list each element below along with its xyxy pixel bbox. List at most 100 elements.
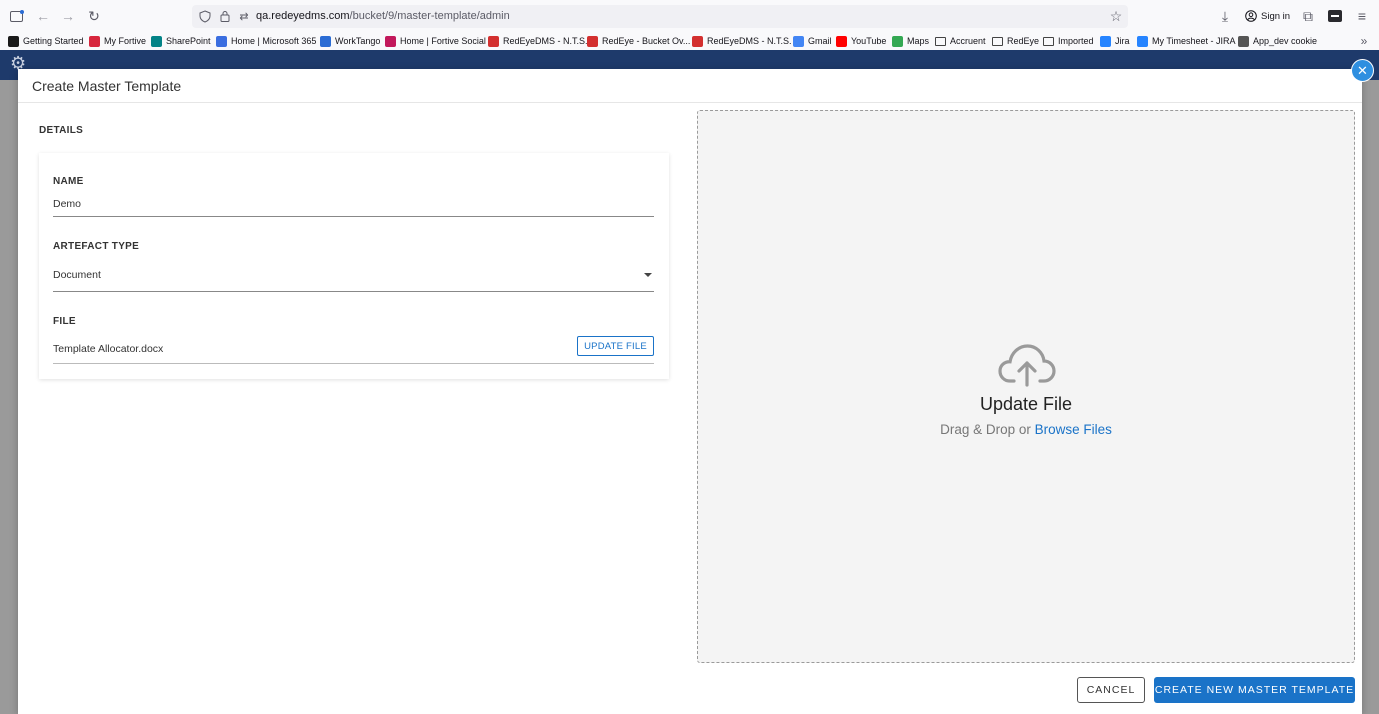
youtube-icon xyxy=(836,35,847,47)
menu-icon[interactable]: ≡ xyxy=(1353,7,1371,25)
redeye-icon xyxy=(587,35,598,47)
bookmark-item[interactable]: App_dev cookie xyxy=(1238,34,1317,48)
artefact-type-label: ARTEFACT TYPE xyxy=(53,241,140,252)
bookmark-label: Getting Started xyxy=(23,36,84,46)
bookmark-item[interactable]: Imported xyxy=(1043,34,1094,48)
maps-icon xyxy=(892,35,903,47)
sign-in-button[interactable]: Sign in xyxy=(1241,5,1291,27)
dropzone-text: Drag & Drop or xyxy=(940,422,1031,437)
google-icon xyxy=(793,35,804,47)
bookmark-label: My Fortive xyxy=(104,36,147,46)
dialog-title: Create Master Template xyxy=(32,78,182,94)
bookmark-label: RedEyeDMS - N.T.S. xyxy=(503,36,588,46)
create-master-template-dialog: Create Master Template ✕ DETAILS NAME De… xyxy=(18,59,1374,714)
sign-in-label: Sign in xyxy=(1261,10,1291,22)
artefact-type-select[interactable]: Document xyxy=(53,269,101,281)
browse-files-link[interactable]: Browse Files xyxy=(1035,422,1112,437)
bookmark-label: Home | Microsoft 365 xyxy=(231,36,317,46)
file-dropzone[interactable]: Update File Drag & Drop or Browse Files xyxy=(697,110,1355,663)
dropzone-instructions: Drag & Drop or Browse Files xyxy=(698,422,1354,437)
bookmark-item[interactable]: Getting Started xyxy=(8,34,84,48)
name-underline xyxy=(53,216,654,217)
downloads-icon[interactable]: ⤓ xyxy=(1216,7,1234,25)
jira-icon xyxy=(1137,35,1148,47)
bookmark-label: Jira xyxy=(1115,36,1130,46)
bookmarks-bar: Getting Started My Fortive SharePoint Home … xyxy=(0,32,1379,50)
more-bookmarks-icon[interactable]: » xyxy=(1355,32,1373,50)
sharepoint-icon xyxy=(151,35,162,47)
back-icon[interactable]: ← xyxy=(34,7,52,25)
close-icon: ✕ xyxy=(1357,62,1368,78)
browser-toolbar: ← → ↻ ⇄ qa.redeyedms.com/bucket/9/master… xyxy=(0,0,1379,32)
bookmark-item[interactable]: RedEye - Bucket Ov... xyxy=(587,34,690,48)
bookmark-label: Imported xyxy=(1058,36,1094,46)
globe-icon xyxy=(1238,35,1249,47)
extension-app-icon[interactable] xyxy=(1326,7,1344,25)
bookmark-item[interactable]: RedEye xyxy=(992,34,1039,48)
shield-icon[interactable] xyxy=(196,7,214,25)
bookmark-label: RedEyeDMS - N.T.S. xyxy=(707,36,792,46)
bookmark-label: My Timesheet - JIRA xyxy=(1152,36,1236,46)
redeye-icon xyxy=(488,35,499,47)
dialog-header: Create Master Template xyxy=(18,69,1362,103)
create-new-master-template-button[interactable]: CREATE NEW MASTER TEMPLATE xyxy=(1154,677,1355,703)
jira-icon xyxy=(1100,35,1111,47)
permissions-icon[interactable]: ⇄ xyxy=(235,7,253,25)
fortive-social-icon xyxy=(385,35,396,47)
artefact-type-underline xyxy=(53,291,654,292)
details-section-label: DETAILS xyxy=(39,125,84,136)
details-card: NAME Demo ARTEFACT TYPE Document FILE Te… xyxy=(39,153,669,379)
bookmark-item[interactable]: My Timesheet - JIRA xyxy=(1137,34,1236,48)
bookmark-item[interactable]: YouTube xyxy=(836,34,886,48)
name-input[interactable]: Demo xyxy=(53,198,81,210)
folder-icon xyxy=(935,36,946,46)
bookmark-item[interactable]: RedEyeDMS - N.T.S. xyxy=(488,34,588,48)
file-name: Template Allocator.docx xyxy=(53,343,164,355)
cloud-upload-icon xyxy=(998,344,1056,387)
bookmark-star-icon[interactable]: ☆ xyxy=(1107,7,1125,25)
fortive-icon xyxy=(89,35,100,47)
address-bar[interactable]: ⇄ qa.redeyedms.com/bucket/9/master-templ… xyxy=(192,5,1128,28)
reload-icon[interactable]: ↻ xyxy=(85,7,103,25)
m365-icon xyxy=(216,35,227,47)
lock-icon[interactable] xyxy=(216,7,234,25)
bookmark-item[interactable]: My Fortive xyxy=(89,34,146,48)
bookmark-item[interactable]: Maps xyxy=(892,34,929,48)
bookmark-label: SharePoint xyxy=(166,36,211,46)
dropdown-caret-icon[interactable] xyxy=(644,273,652,277)
bookmark-label: RedEye xyxy=(1007,36,1040,46)
sidebar-toggle-icon[interactable] xyxy=(8,7,26,25)
bookmark-label: Accruent xyxy=(950,36,986,46)
bookmark-label: App_dev cookie xyxy=(1253,36,1318,46)
bookmark-item[interactable]: Gmail xyxy=(793,34,832,48)
close-dialog-button[interactable]: ✕ xyxy=(1351,59,1374,82)
name-label: NAME xyxy=(53,176,84,187)
bookmark-item[interactable]: RedEyeDMS - N.T.S. xyxy=(692,34,792,48)
url-text[interactable]: qa.redeyedms.com/bucket/9/master-templat… xyxy=(256,10,510,22)
folder-icon xyxy=(992,36,1003,46)
dropzone-title: Update File xyxy=(979,394,1073,414)
bookmark-item[interactable]: WorkTango xyxy=(320,34,380,48)
worktango-icon xyxy=(320,35,331,47)
bookmark-label: Home | Fortive Social xyxy=(400,36,486,46)
bookmark-item[interactable]: SharePoint xyxy=(151,34,211,48)
update-file-button[interactable]: UPDATE FILE xyxy=(577,336,654,356)
file-label: FILE xyxy=(53,316,76,327)
bookmark-item[interactable]: Accruent xyxy=(935,34,986,48)
forward-icon[interactable]: → xyxy=(59,7,77,25)
bookmark-item[interactable]: Home | Microsoft 365 xyxy=(216,34,316,48)
file-underline xyxy=(53,363,654,364)
bookmark-label: YouTube xyxy=(851,36,887,46)
redeye-icon xyxy=(692,35,703,47)
firefox-icon xyxy=(8,35,19,47)
bookmark-item[interactable]: Jira xyxy=(1100,34,1130,48)
folder-icon xyxy=(1043,36,1054,46)
bookmark-label: Maps xyxy=(907,36,930,46)
bookmark-label: Gmail xyxy=(808,36,832,46)
cancel-button[interactable]: CANCEL xyxy=(1077,677,1145,703)
bookmark-label: RedEye - Bucket Ov... xyxy=(602,36,691,46)
extensions-icon[interactable]: ⧉ xyxy=(1299,7,1317,25)
account-icon xyxy=(1245,10,1257,22)
bookmark-item[interactable]: Home | Fortive Social xyxy=(385,34,486,48)
bookmark-label: WorkTango xyxy=(335,36,381,46)
